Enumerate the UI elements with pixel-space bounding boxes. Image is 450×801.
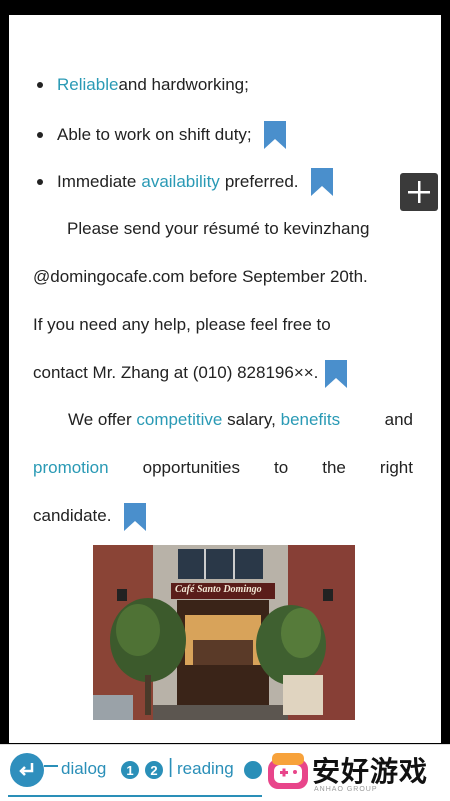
bullet-item: Immediate availability preferred. — [37, 168, 333, 196]
watermark-subtext: ANHAO GROUP — [314, 786, 378, 793]
bullet-text: Able to work on shift duty; — [57, 125, 252, 144]
para-line: Please send your résumé to kevinzhang — [67, 219, 370, 238]
para-text: contact Mr. Zhang at (010) 828196××. — [33, 363, 319, 382]
cafe-photo: Café Santo Domingo — [93, 545, 355, 720]
bookmark-icon[interactable] — [310, 168, 333, 196]
tab-dialog[interactable]: dialog — [61, 759, 106, 779]
bookmark-icon[interactable] — [325, 359, 348, 388]
reading-page: Reliable and hardworking; Able to work o… — [9, 15, 441, 743]
bullet-text: Immediate — [57, 172, 137, 191]
bookmark-icon[interactable] — [124, 502, 147, 531]
bullet-dot — [37, 179, 43, 185]
keyword-availability[interactable]: availability — [141, 172, 219, 192]
para-word: to — [274, 458, 289, 477]
bullet-dot — [37, 132, 43, 138]
para-word: the — [322, 458, 346, 477]
keyword-promotion[interactable]: promotion — [33, 444, 109, 492]
para-line: contact Mr. Zhang at (010) 828196××. — [33, 349, 413, 397]
keyword-competitive[interactable]: competitive — [136, 410, 222, 429]
para-text: We offer — [68, 410, 137, 429]
paragraph-offer: We offer competitive salary, benefits an… — [33, 396, 413, 540]
plus-icon — [408, 181, 430, 203]
back-arrow-icon — [19, 763, 34, 776]
para-line: @domingocafe.com before September 20th. — [33, 267, 368, 286]
bullet-text: preferred. — [224, 172, 299, 191]
nav-underline — [44, 765, 58, 767]
bullet-dot — [37, 82, 43, 88]
para-word: right — [379, 458, 413, 477]
bullet-item: Able to work on shift duty; — [37, 121, 286, 149]
bullet-item: Reliable and hardworking; — [37, 75, 249, 95]
keyword-reliable[interactable]: Reliable — [57, 75, 118, 95]
dialog-part-1[interactable]: 1 — [121, 761, 139, 779]
para-text: salary, — [222, 410, 281, 429]
watermark-text: 安好游戏 — [312, 756, 429, 787]
para-text: and — [384, 410, 413, 429]
para-text: candidate. — [33, 506, 112, 525]
reading-part[interactable] — [244, 761, 262, 779]
nav-separator: | — [168, 756, 174, 778]
bullet-text: and hardworking; — [118, 75, 249, 94]
watermark-logo: 安好游戏 ANHAO GROUP — [262, 746, 450, 800]
add-button[interactable] — [400, 173, 438, 211]
para-word: opportunities — [142, 458, 240, 477]
paragraph-contact: Please send your résumé to kevinzhang @d… — [33, 205, 413, 397]
para-line: We offer competitive salary, benefits an… — [33, 396, 413, 444]
dialog-part-2[interactable]: 2 — [145, 761, 163, 779]
para-line: If you need any help, please feel free t… — [33, 315, 331, 334]
gamepad-logo-icon — [268, 753, 308, 789]
keyword-benefits[interactable]: benefits — [281, 410, 341, 429]
bookmark-icon[interactable] — [263, 121, 286, 149]
tab-reading[interactable]: reading — [177, 759, 234, 779]
para-line: candidate. — [33, 492, 413, 540]
para-line: promotion opportunities to the right — [33, 444, 413, 492]
back-button[interactable] — [10, 753, 44, 787]
cafe-sign-text: Café Santo Domingo — [175, 584, 262, 595]
